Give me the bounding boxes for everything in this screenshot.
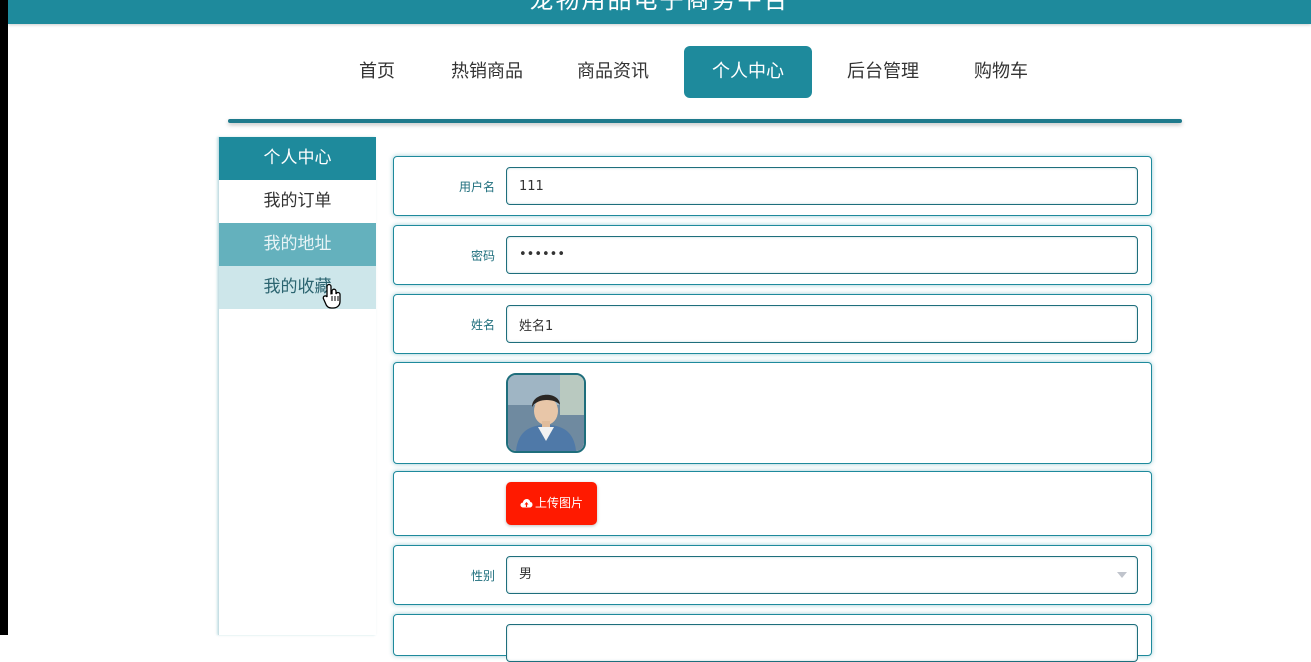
form-row-upload: 上传图片 (393, 471, 1152, 536)
nav-product-news[interactable]: 商品资讯 (566, 46, 660, 98)
form-row-username: 用户名 (393, 156, 1152, 216)
form-row-name: 姓名 (393, 294, 1152, 354)
username-input[interactable] (506, 167, 1138, 205)
username-label: 用户名 (458, 180, 495, 194)
form-row-avatar (393, 362, 1152, 464)
upload-button-label: 上传图片 (534, 496, 583, 510)
nav-divider (228, 119, 1182, 123)
sidebar-item-address[interactable]: 我的地址 (219, 223, 376, 266)
nav-admin[interactable]: 后台管理 (836, 46, 930, 98)
top-banner: 宠物用品电子商务平台 (8, 0, 1311, 24)
name-input[interactable] (506, 305, 1138, 343)
sidebar-header: 个人中心 (219, 137, 376, 180)
next-field-input[interactable] (506, 624, 1138, 662)
form-row-gender: 性别 男 (393, 545, 1152, 605)
sidebar-item-favorites[interactable]: 我的收藏 (219, 266, 376, 309)
user-photo-icon (508, 375, 584, 451)
cloud-upload-icon (520, 499, 533, 508)
site-title: 宠物用品电子商务平台 (529, 0, 790, 14)
avatar[interactable] (506, 373, 586, 453)
chevron-down-icon (1117, 572, 1127, 578)
form-row-next (393, 614, 1152, 662)
gender-label: 性别 (470, 569, 495, 583)
form-row-password: 密码 •••••• (393, 225, 1152, 285)
password-label: 密码 (470, 249, 495, 263)
upload-image-button[interactable]: 上传图片 (506, 482, 597, 525)
gender-selected-value: 男 (519, 567, 533, 582)
password-input[interactable]: •••••• (506, 236, 1138, 274)
nav-cart[interactable]: 购物车 (964, 46, 1038, 98)
main-nav: 首页 热销商品 商品资讯 个人中心 后台管理 购物车 (0, 44, 1311, 100)
nav-home[interactable]: 首页 (350, 46, 404, 98)
name-label: 姓名 (470, 318, 495, 332)
nav-hot-products[interactable]: 热销商品 (440, 46, 534, 98)
hand-pointer-cursor-icon (322, 283, 341, 309)
nav-personal-center[interactable]: 个人中心 (684, 46, 812, 98)
sidebar: 个人中心 我的订单 我的地址 我的收藏 (218, 137, 376, 635)
gender-select[interactable]: 男 (506, 556, 1138, 594)
sidebar-item-orders[interactable]: 我的订单 (219, 180, 376, 223)
